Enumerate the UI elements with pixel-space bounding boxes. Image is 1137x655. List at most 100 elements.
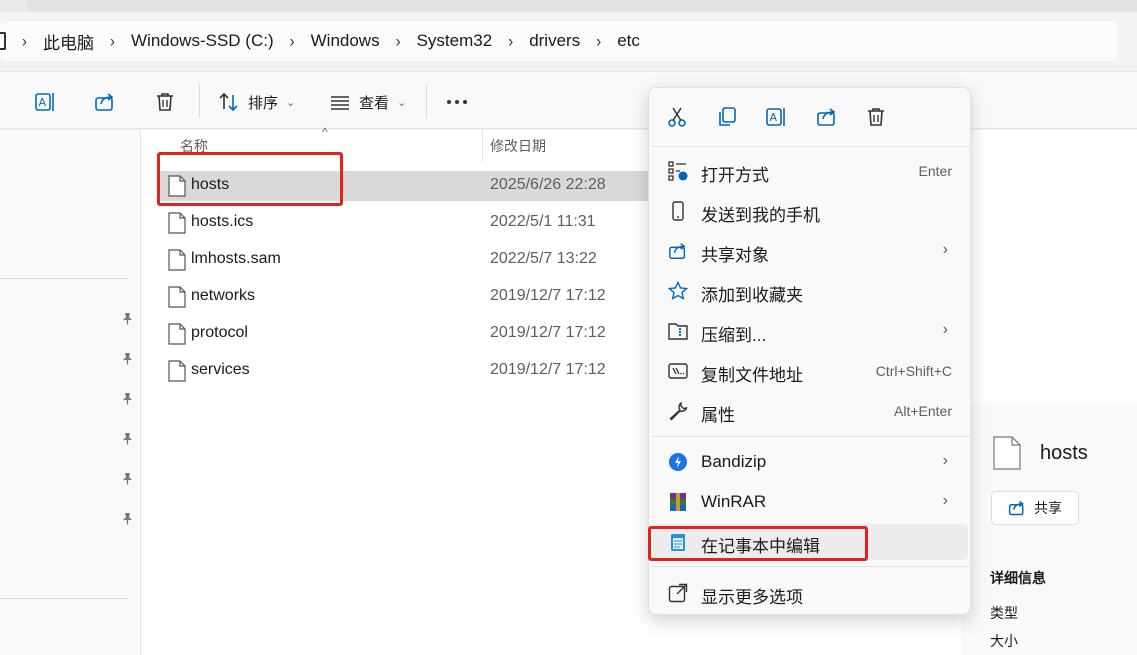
menu-item-send-to-phone[interactable]: 发送到我的手机 [653,193,968,229]
pin-icon[interactable] [121,472,134,485]
menu-item-share-with[interactable]: 共享对象 › [653,233,968,269]
file-name: hosts.ics [191,213,254,230]
file-row[interactable]: hosts.ics 2022/5/1 11:31 [160,208,680,238]
preview-area [961,130,1137,403]
breadcrumb-item[interactable]: Windows [311,31,380,51]
menu-divider [651,566,970,567]
annotation-box-hosts [157,152,343,206]
sort-ascending-icon: ^ [322,125,328,139]
nav-divider [0,278,128,279]
file-name: networks [191,287,256,304]
file-icon [993,436,1021,470]
menu-item-label: Bandizip [701,452,767,471]
column-divider[interactable] [482,130,483,162]
menu-item-label: 显示更多选项 [701,588,803,607]
pin-icon[interactable] [121,352,134,365]
pin-icon[interactable] [121,432,134,445]
details-title: hosts [1040,442,1088,464]
chevron-down-icon: ⌄ [397,96,407,109]
pin-icon[interactable] [121,392,134,405]
menu-item-label: 复制文件地址 [701,366,803,385]
winrar-icon [670,493,686,511]
cut-icon[interactable] [666,106,688,128]
breadcrumb-item[interactable]: System32 [417,31,493,51]
menu-item-label: 压缩到... [701,326,767,345]
file-date: 2022/5/1 11:31 [490,213,596,230]
zip-icon [668,323,688,340]
toolbar-divider [199,84,200,118]
tab-strip [26,0,1137,11]
delete-button[interactable] [154,90,176,114]
share-icon [95,93,114,111]
menu-item-properties[interactable]: 属性 Alt+Enter [653,393,968,429]
trash-icon[interactable] [865,106,887,128]
chevron-right-icon[interactable]: › [596,32,601,51]
breadcrumb-item[interactable]: Windows-SSD (C:) [131,31,274,51]
address-bar[interactable]: › 此电脑 › Windows-SSD (C:) › Windows › Sys… [0,21,1118,61]
file-icon [168,286,186,308]
breadcrumb-item[interactable]: 此电脑 [43,29,94,54]
breadcrumb-item[interactable]: etc [617,31,640,51]
menu-item-compress-to[interactable]: 压缩到... › [653,313,968,349]
chevron-right-icon[interactable]: › [508,32,513,51]
share-button[interactable] [94,90,116,114]
menu-item-label: 发送到我的手机 [701,206,820,225]
file-row[interactable]: protocol 2019/12/7 17:12 [160,319,680,349]
rename-icon[interactable]: A [765,106,787,128]
share-label: 共享 [1034,500,1062,516]
pc-icon [0,32,6,50]
breadcrumb-item[interactable]: drivers [529,31,580,51]
file-icon [168,212,186,234]
chevron-right-icon[interactable]: › [110,32,115,51]
menu-item-add-to-favorites[interactable]: 添加到收藏夹 [653,273,968,309]
chevron-right-icon[interactable]: › [290,32,295,51]
more-options-button[interactable] [446,90,468,114]
rename-button[interactable]: A [34,90,56,114]
svg-text:A: A [770,111,778,124]
navigation-pane [0,130,141,655]
view-icon [331,96,349,110]
column-header-modified[interactable]: 修改日期 [490,130,546,162]
pin-icon[interactable] [121,312,134,325]
rename-icon: A [35,93,54,111]
phone-icon [672,201,684,221]
menu-item-copy-path[interactable]: 复制文件地址 Ctrl+Shift+C [653,353,968,389]
chevron-right-icon: › [942,452,948,469]
menu-item-shortcut: Alt+Enter [894,403,952,419]
file-name: services [191,361,250,378]
chevron-right-icon: › [942,241,948,258]
share-icon [669,243,686,259]
file-row[interactable]: networks 2019/12/7 17:12 [160,282,680,312]
chevron-down-icon: ⌄ [286,96,296,109]
menu-item-open-with[interactable]: 打开方式 Enter [653,153,968,189]
share-icon[interactable] [816,106,838,128]
menu-item-winrar[interactable]: WinRAR › [653,484,968,520]
share-icon [1008,500,1024,516]
copy-icon[interactable] [716,106,738,128]
file-name: protocol [191,324,248,341]
menu-item-label: 添加到收藏夹 [701,286,803,305]
pin-icon[interactable] [121,512,134,525]
annotation-box-notepad [648,526,868,561]
file-row[interactable]: services 2019/12/7 17:12 [160,356,680,386]
ellipsis-icon [447,100,467,104]
file-date: 2019/12/7 17:12 [490,361,606,378]
details-pane: hosts 共享 详细信息 类型 大小 [961,130,1137,655]
chevron-right-icon[interactable]: › [396,32,401,51]
bandizip-icon [669,453,687,471]
details-share-button[interactable]: 共享 [991,491,1079,525]
details-type-label: 类型 [990,605,1018,621]
view-button[interactable]: 查看 ⌄ [329,90,406,114]
menu-divider [651,146,970,147]
file-icon [168,323,186,345]
file-date: 2022/5/7 13:22 [490,250,597,267]
chevron-right-icon[interactable]: › [22,32,27,51]
copy-path-icon [668,363,688,379]
toolbar-divider [426,84,427,118]
menu-item-label: 共享对象 [701,246,769,265]
menu-item-show-more-options[interactable]: 显示更多选项 [653,575,968,611]
file-row[interactable]: lmhosts.sam 2022/5/7 13:22 [160,245,680,275]
title-bar [0,0,1137,12]
menu-item-bandizip[interactable]: Bandizip › [653,444,968,480]
sort-button[interactable]: 排序 ⌄ [218,90,295,114]
